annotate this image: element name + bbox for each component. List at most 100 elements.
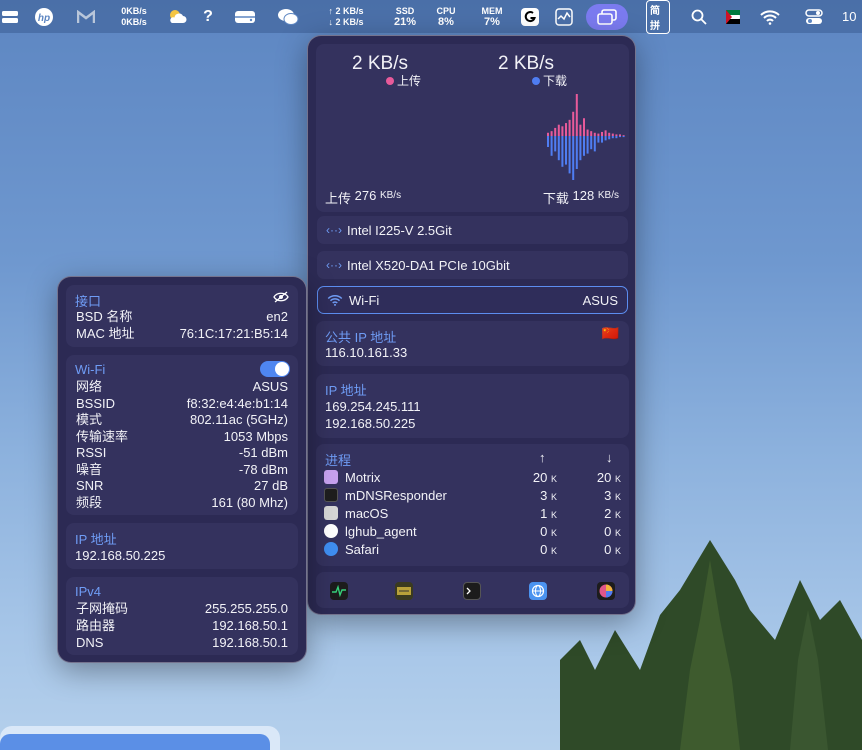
upload-bar [590,131,593,136]
hp-icon[interactable]: hp [33,0,55,33]
upload-total: 上传 276 KB/s [325,188,401,207]
wifi-row-value[interactable]: 27 dB [254,478,288,494]
interface-row-label: MAC 地址 [76,326,135,341]
terminal-icon[interactable] [463,582,481,600]
process-down-unit: K [614,527,621,538]
hide-icon[interactable] [273,291,289,303]
clock[interactable]: 10 [842,0,862,33]
upload-bar [601,131,603,136]
ip-value-1[interactable]: 169.254.245.111 [325,399,421,414]
ipv4-row-value[interactable]: 192.168.50.1 [212,635,288,651]
upload-bar [550,131,553,136]
cpu-indicator[interactable]: CPU 8% [432,0,460,33]
download-bar [590,136,593,150]
download-bar [601,136,603,143]
download-bar [561,136,564,167]
disk-icon[interactable] [232,0,258,33]
interface-row-value[interactable]: en2 [266,309,288,325]
control-center-icon[interactable] [804,0,824,33]
ip-value-2[interactable]: 192.168.50.225 [325,416,415,431]
help-icon[interactable]: ? [200,0,216,33]
wechat-icon[interactable] [276,0,300,33]
download-bar [604,136,607,141]
wifi-info-card: Wi-Fi 网络 ASUS BSSID f8:32:e4:4e:b1:14 模式 80… [66,355,298,515]
dock-item[interactable] [0,734,270,750]
china-flag-icon: 🇨🇳 [601,325,619,341]
motrix-icon [324,470,338,484]
wifi-row-label: 模式 [76,412,103,427]
interface-item-wifi[interactable]: Wi-Fi ASUS [317,286,628,314]
wifi-row: SNR 27 dB [66,478,298,494]
upload-bar [593,132,596,136]
upload-total-value: 276 [354,188,377,203]
search-icon[interactable] [690,0,708,33]
network-monitor-button[interactable] [586,0,628,33]
upload-bar [554,127,557,136]
wifi-row-value[interactable]: ASUS [253,379,288,395]
wifi-row-value[interactable]: 802.11ac (5GHz) [190,412,288,428]
upload-bar [565,123,567,136]
flag-icon[interactable] [724,0,742,33]
interface-item-i225[interactable]: ‹··› Intel I225-V 2.5Git [317,216,628,244]
upload-bar [604,130,607,136]
wifi-row-value[interactable]: -51 dBm [239,445,288,461]
public-ip-value[interactable]: 116.10.161.33 [325,345,407,360]
net-down-mini: 0KB/s [121,16,147,27]
net-speed-menubar[interactable]: ↑ 2 KB/s ↓ 2 KB/s [316,0,376,33]
wifi-row: 噪音 -78 dBm [66,462,298,478]
process-row[interactable]: macOS 1 K 2 K [324,504,621,522]
logitech-g-icon[interactable] [520,0,540,33]
wifi-row-value[interactable]: f8:32:e4:4e:b1:14 [187,396,288,412]
upload-bar [579,124,582,136]
process-up: 0 K [497,524,557,539]
process-up: 3 K [497,488,557,503]
process-title: 进程 [325,453,352,468]
cpu-label: CPU [436,5,456,16]
ipv4-row: 路由器 192.168.50.1 [66,618,298,634]
weather-icon[interactable] [165,0,189,33]
ipv4-row-label: 路由器 [76,618,116,633]
wifi-row-value[interactable]: -78 dBm [239,462,288,478]
activity-monitor-icon[interactable] [330,582,348,600]
mem-indicator[interactable]: MEM 7% [478,0,506,33]
wifi-row: BSSID f8:32:e4:4e:b1:14 [66,396,298,412]
interface-name: Intel I225-V 2.5Git [346,222,452,238]
wifi-row: 频段 161 (80 Mhz) [66,495,298,511]
storage-icon[interactable] [0,0,20,33]
mem-label: MEM [481,5,503,16]
interface-name: Intel X520-DA1 PCIe 10Gbit [346,257,510,273]
input-method-icon[interactable]: 简拼 [646,0,670,34]
upload-bar [583,118,585,136]
gmail-icon[interactable] [75,0,97,33]
ssd-indicator[interactable]: SSD 21% [388,0,422,33]
net-speed-mini[interactable]: 0KB/s 0KB/s [118,0,150,33]
wifi-row-value[interactable]: 161 (80 Mhz) [211,495,288,511]
process-row[interactable]: lghub_agent 0 K 0 K [324,522,621,540]
interface-item-x520[interactable]: ‹··› Intel X520-DA1 PCIe 10Gbit [317,251,628,279]
wifi-row-label: 噪音 [76,461,103,477]
ipv4-row: DNS 192.168.50.1 [66,635,298,651]
activity-icon[interactable] [554,0,574,33]
wifi-toggle[interactable] [260,361,290,377]
process-row[interactable]: Safari 0 K 0 K [324,540,621,558]
interface-row: MAC 地址 76:1C:17:21:B5:14 [66,326,298,342]
process-up-value: 0 [540,541,548,557]
process-down: 2 K [557,506,621,521]
interface-row-value[interactable]: 76:1C:17:21:B5:14 [180,326,288,342]
wifi-icon[interactable] [758,0,782,33]
process-row[interactable]: mDNSResponder 3 K 3 K [324,486,621,504]
wifi-title: Wi-Fi [75,362,106,377]
download-total: 下载 128 KB/s [543,188,619,207]
ip-info-value[interactable]: 192.168.50.225 [75,548,165,563]
download-bar [608,136,611,140]
color-picker-icon[interactable] [597,582,615,600]
ipv4-row-value[interactable]: 192.168.50.1 [212,618,288,634]
ipv4-row-value[interactable]: 255.255.255.0 [205,601,288,617]
download-legend: 下载 [532,72,567,89]
wifi-row-value[interactable]: 1053 Mbps [224,429,288,445]
wifi-row-label: 频段 [76,494,103,510]
ip-title: IP 地址 [325,383,367,398]
network-utility-icon[interactable] [529,582,547,600]
console-app-icon[interactable] [395,582,413,600]
process-row[interactable]: Motrix 20 K 20 K [324,468,621,486]
